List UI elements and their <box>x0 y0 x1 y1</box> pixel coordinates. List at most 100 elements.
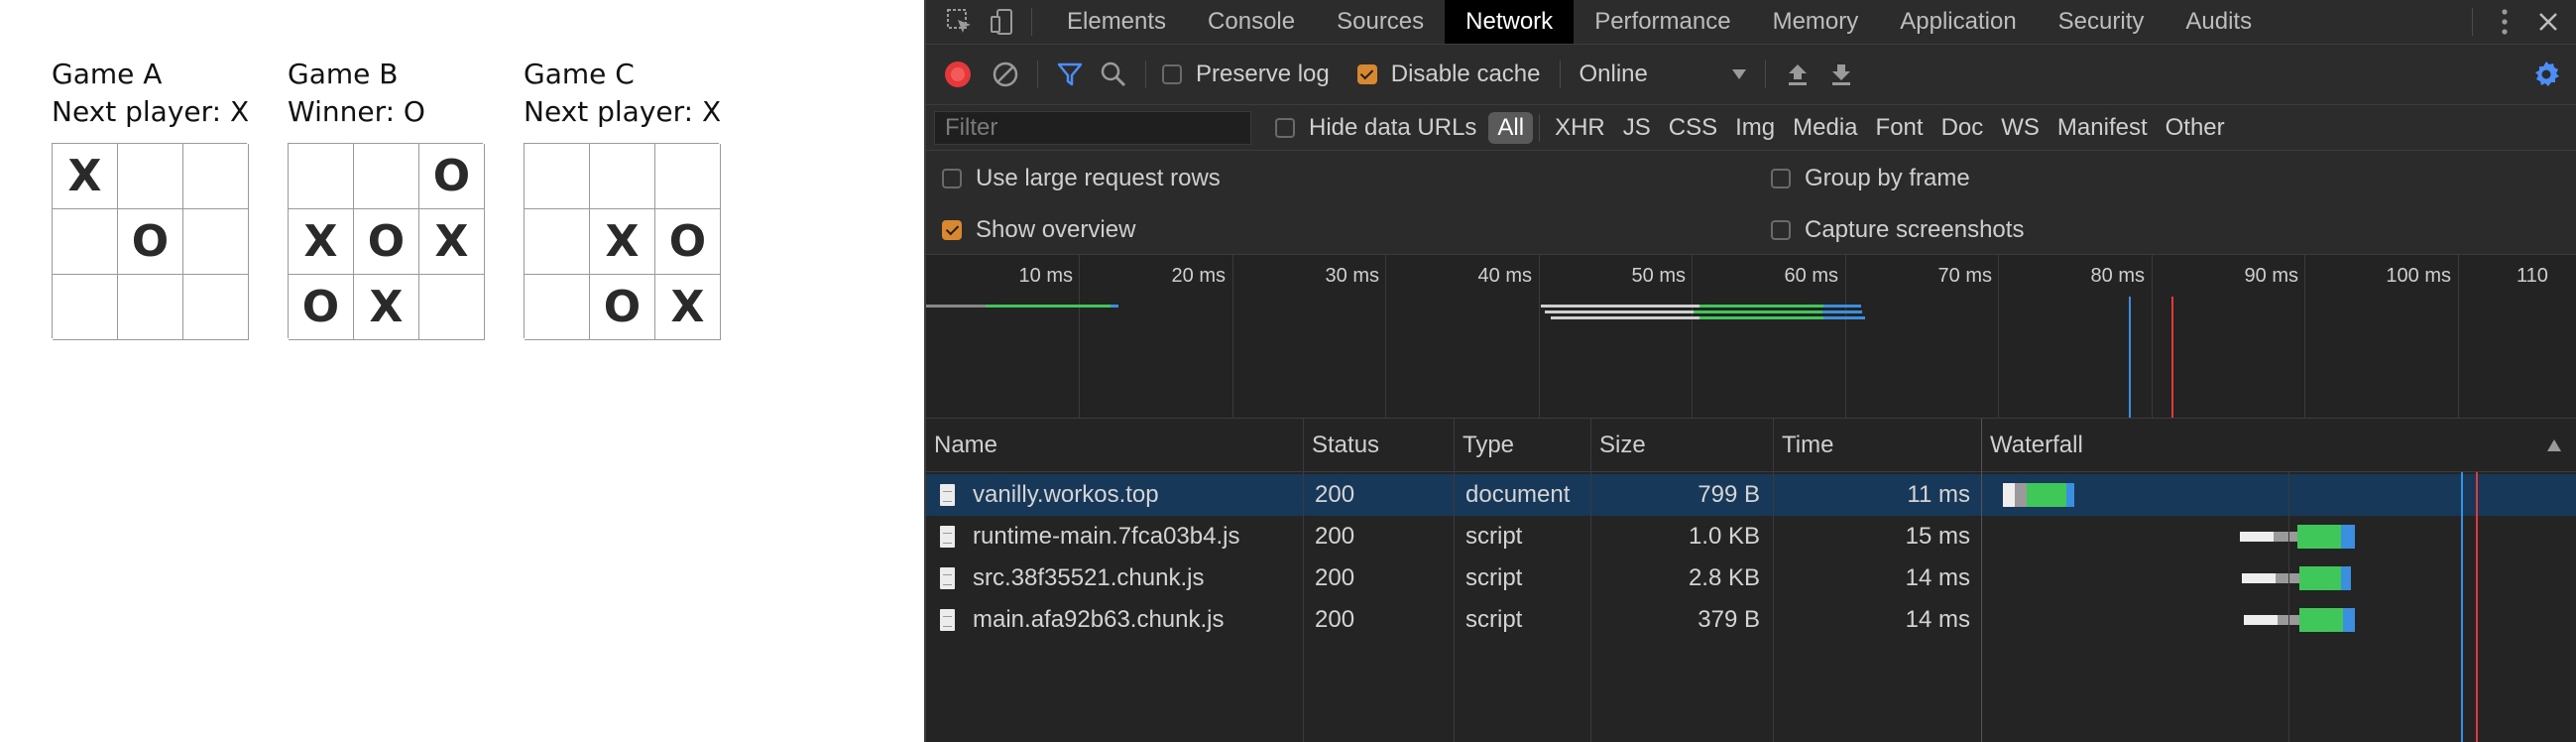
board-square[interactable]: X <box>419 209 485 275</box>
board-square[interactable]: O <box>655 209 721 275</box>
board-square[interactable] <box>53 209 118 275</box>
waterfall-gridline <box>2288 472 2289 742</box>
request-row[interactable]: src.38f35521.chunk.js 200 script 2.8 KB … <box>926 557 2576 599</box>
network-overview-timeline[interactable]: 10 ms 20 ms 30 ms 40 ms 50 ms 60 ms 70 m… <box>926 255 2576 419</box>
board-square[interactable] <box>289 144 354 209</box>
filter-type-font[interactable]: Font <box>1867 112 1932 144</box>
filter-type-xhr[interactable]: XHR <box>1546 112 1614 144</box>
document-file-icon <box>940 484 955 506</box>
board-square[interactable]: X <box>655 275 721 340</box>
import-har-icon[interactable] <box>1776 53 1819 96</box>
board-square[interactable]: X <box>53 144 118 209</box>
filter-type-ws[interactable]: WS <box>1992 112 2049 144</box>
inspect-element-icon[interactable] <box>938 0 982 44</box>
column-divider[interactable] <box>1590 419 1591 742</box>
clear-icon[interactable] <box>984 53 1027 96</box>
throttling-select[interactable]: Online <box>1579 61 1747 88</box>
request-row[interactable]: vanilly.workos.top 200 document 799 B 11… <box>926 474 2576 516</box>
board-square[interactable] <box>183 275 249 340</box>
devtools-tab-bar: Elements Console Sources Network Perform… <box>926 0 2576 45</box>
board-square[interactable]: O <box>590 275 655 340</box>
board-square[interactable]: O <box>419 144 485 209</box>
toolbar-divider <box>1560 61 1562 88</box>
request-status: 200 <box>1315 564 1355 591</box>
filter-type-other[interactable]: Other <box>2157 112 2234 144</box>
group-by-frame-checkbox[interactable]: Group by frame <box>1771 165 1970 192</box>
device-toolbar-icon[interactable] <box>982 0 1025 44</box>
column-header-name[interactable]: Name <box>926 419 1303 472</box>
board-square[interactable] <box>118 144 183 209</box>
tab-audits[interactable]: Audits <box>2165 0 2273 44</box>
tab-application[interactable]: Application <box>1879 0 2037 44</box>
disable-cache-checkbox[interactable]: Disable cache <box>1356 61 1540 88</box>
board-square[interactable]: O <box>118 209 183 275</box>
column-header-status[interactable]: Status <box>1304 419 1454 472</box>
large-rows-checkbox[interactable]: Use large request rows <box>942 165 1221 192</box>
preserve-log-checkbox[interactable]: Preserve log <box>1162 61 1330 88</box>
tab-memory[interactable]: Memory <box>1752 0 1880 44</box>
filter-type-css[interactable]: CSS <box>1660 112 1726 144</box>
game-title: Game A <box>52 58 163 90</box>
column-divider[interactable] <box>1981 419 1982 742</box>
network-settings-gear-icon[interactable] <box>2524 53 2568 96</box>
tab-elements[interactable]: Elements <box>1046 0 1187 44</box>
board-square[interactable]: X <box>289 209 354 275</box>
board-square[interactable] <box>354 144 419 209</box>
request-row[interactable]: runtime-main.7fca03b4.js 200 script 1.0 … <box>926 516 2576 557</box>
game-title: Game B <box>288 58 399 90</box>
filter-type-manifest[interactable]: Manifest <box>2049 112 2157 144</box>
board-square[interactable]: O <box>289 275 354 340</box>
waterfall-ttfb-bar <box>2297 525 2341 549</box>
tab-performance[interactable]: Performance <box>1574 0 1751 44</box>
game-title: Game C <box>524 58 635 90</box>
column-divider[interactable] <box>1773 419 1774 742</box>
show-overview-checkbox[interactable]: Show overview <box>942 216 1135 244</box>
export-har-icon[interactable] <box>1819 53 1863 96</box>
capture-screenshots-checkbox[interactable]: Capture screenshots <box>1771 216 2024 244</box>
board-square[interactable]: X <box>590 209 655 275</box>
board-square[interactable]: O <box>354 209 419 275</box>
overview-tick-label: 40 ms <box>1477 265 1532 287</box>
board-square[interactable]: X <box>354 275 419 340</box>
board-square[interactable] <box>183 209 249 275</box>
overview-tick-label: 50 ms <box>1631 265 1686 287</box>
more-options-icon[interactable] <box>2483 0 2526 44</box>
checkbox-box <box>1356 64 1377 84</box>
board-square[interactable] <box>118 275 183 340</box>
column-header-size[interactable]: Size <box>1591 419 1773 472</box>
request-name-cell: main.afa92b63.chunk.js <box>940 599 1225 641</box>
board-square[interactable] <box>525 144 590 209</box>
board-square[interactable] <box>53 275 118 340</box>
filter-icon[interactable] <box>1048 53 1092 96</box>
waterfall-queue-bar <box>2240 532 2274 542</box>
search-icon[interactable] <box>1092 53 1135 96</box>
filter-input[interactable]: Filter <box>934 110 1251 145</box>
request-name: runtime-main.7fca03b4.js <box>973 523 1240 550</box>
record-icon[interactable] <box>936 53 980 96</box>
filter-type-js[interactable]: JS <box>1614 112 1660 144</box>
board-square[interactable] <box>183 144 249 209</box>
request-row[interactable]: main.afa92b63.chunk.js 200 script 379 B … <box>926 599 2576 641</box>
board-square[interactable] <box>525 275 590 340</box>
tab-sources[interactable]: Sources <box>1316 0 1445 44</box>
close-devtools-icon[interactable] <box>2526 0 2570 44</box>
filter-type-media[interactable]: Media <box>1784 112 1866 144</box>
filter-type-doc[interactable]: Doc <box>1932 112 1993 144</box>
column-header-type[interactable]: Type <box>1455 419 1590 472</box>
board-square[interactable] <box>419 275 485 340</box>
filter-type-img[interactable]: Img <box>1726 112 1784 144</box>
overview-bar-download <box>1822 310 1862 313</box>
column-divider[interactable] <box>1454 419 1455 742</box>
tab-security[interactable]: Security <box>2038 0 2166 44</box>
column-divider[interactable] <box>1303 419 1304 742</box>
board-square[interactable] <box>525 209 590 275</box>
hide-data-urls-checkbox[interactable]: Hide data URLs <box>1275 114 1476 142</box>
overview-gridline <box>2152 255 2153 418</box>
column-header-waterfall[interactable]: Waterfall <box>1982 419 2576 472</box>
filter-type-all[interactable]: All <box>1488 111 1534 144</box>
tab-network[interactable]: Network <box>1445 0 1575 44</box>
tab-console[interactable]: Console <box>1187 0 1316 44</box>
board-square[interactable] <box>655 144 721 209</box>
column-header-time[interactable]: Time <box>1774 419 1981 472</box>
board-square[interactable] <box>590 144 655 209</box>
